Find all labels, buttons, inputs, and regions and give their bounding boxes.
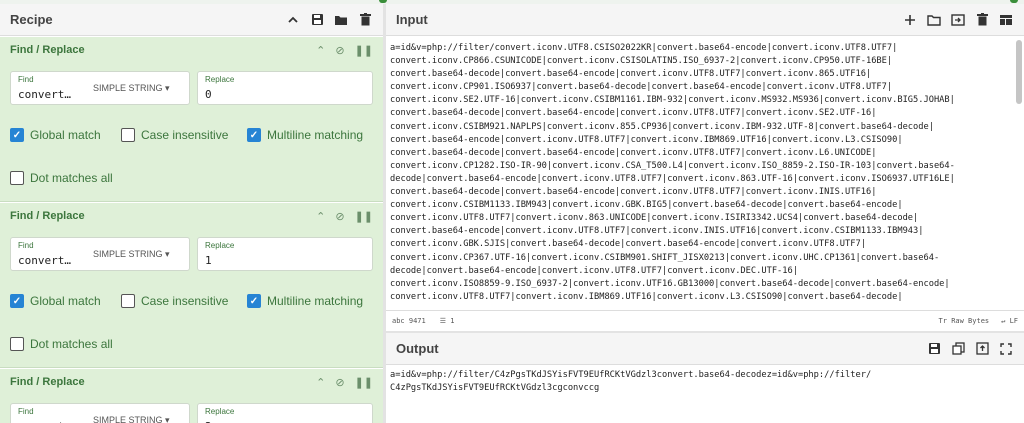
chevron-up-icon[interactable]: [285, 12, 301, 28]
fullscreen-icon[interactable]: [998, 341, 1014, 357]
recipe-title: Recipe: [10, 12, 53, 27]
multiline-checkbox[interactable]: ✓ Multiline matching: [247, 294, 363, 308]
operation-find-replace: Find / Replace ⌃ ⊘ ❚❚ Find convert SIMPL…: [0, 369, 383, 423]
plus-icon[interactable]: [902, 12, 918, 28]
find-mode-select[interactable]: SIMPLE STRING ▾: [93, 415, 170, 423]
find-mode-select[interactable]: SIMPLE STRING ▾: [93, 249, 170, 260]
checkmark-icon: ✓: [10, 294, 24, 308]
replace-label: Replace: [205, 75, 235, 84]
checkmark-icon: ✓: [247, 128, 261, 142]
global-match-checkbox[interactable]: ✓ Global match: [10, 294, 101, 308]
progress-marker: [1010, 0, 1018, 3]
chevron-up-icon[interactable]: ⌃: [316, 44, 325, 57]
case-insensitive-checkbox[interactable]: Case insensitive: [121, 294, 228, 308]
replace-input[interactable]: 1: [205, 254, 212, 267]
replace-label: Replace: [205, 241, 235, 250]
operation-title: Find / Replace: [10, 376, 85, 388]
operation-title: Find / Replace: [10, 44, 85, 56]
recipe-pane: Recipe Find / Replace ⌃ ⊘ ❚❚ Find conver…: [0, 4, 383, 423]
operation-find-replace: Find / Replace ⌃ ⊘ ❚❚ Find convert… SIMP…: [0, 37, 383, 202]
input-pane: Input a=id&v=php://filter/convert.iconv.…: [386, 4, 1024, 330]
input-header: Input: [386, 4, 1024, 36]
disable-icon[interactable]: ⊘: [335, 376, 344, 389]
pause-icon[interactable]: ❚❚: [355, 376, 373, 389]
find-field[interactable]: Find convert SIMPLE STRING ▾: [10, 403, 190, 423]
char-count-icon: abc: [392, 316, 409, 325]
find-label: Find: [18, 241, 34, 250]
save-icon[interactable]: [926, 341, 942, 357]
save-icon[interactable]: [309, 12, 325, 28]
replace-field[interactable]: Replace 1: [197, 237, 373, 271]
global-match-checkbox[interactable]: ✓ Global match: [10, 128, 101, 142]
replace-input-icon[interactable]: [974, 341, 990, 357]
layout-icon[interactable]: [998, 12, 1014, 28]
encoding-selector[interactable]: Tr Raw Bytes: [939, 317, 990, 325]
operation-find-replace: Find / Replace ⌃ ⊘ ❚❚ Find convert… SIMP…: [0, 203, 383, 368]
chevron-up-icon[interactable]: ⌃: [316, 376, 325, 389]
output-text[interactable]: a=id&v=php://filter/C4zPgsTKdJSYisFVT9EU…: [390, 369, 1010, 395]
open-file-icon[interactable]: [950, 12, 966, 28]
output-pane: Output a=id&v=php://filter/C4zPgsTKdJSYi…: [386, 331, 1024, 423]
copy-icon[interactable]: [950, 341, 966, 357]
input-textarea[interactable]: a=id&v=php://filter/convert.iconv.UTF8.C…: [390, 42, 1010, 312]
replace-field[interactable]: Replace 0: [197, 71, 373, 105]
lines-icon: ☰: [439, 316, 451, 325]
find-label: Find: [18, 75, 34, 84]
open-folder-icon[interactable]: [926, 12, 942, 28]
disable-icon[interactable]: ⊘: [335, 44, 344, 57]
input-title: Input: [396, 12, 428, 27]
progress-marker: [379, 0, 387, 3]
recipe-header: Recipe: [0, 4, 383, 36]
output-title: Output: [396, 341, 439, 356]
find-label: Find: [18, 407, 34, 416]
multiline-checkbox[interactable]: ✓ Multiline matching: [247, 128, 363, 142]
pause-icon[interactable]: ❚❚: [355, 44, 373, 57]
find-mode-select[interactable]: SIMPLE STRING ▾: [93, 83, 170, 94]
chevron-up-icon[interactable]: ⌃: [316, 210, 325, 223]
line-count: 1: [450, 316, 455, 325]
find-input[interactable]: convert…: [18, 254, 71, 267]
replace-input[interactable]: 0: [205, 88, 212, 101]
dot-matches-all-checkbox[interactable]: Dot matches all: [10, 171, 113, 185]
dot-matches-all-checkbox[interactable]: Dot matches all: [10, 337, 113, 351]
input-status-bar: abc 9471 ☰ 1 Tr Raw Bytes ↵ LF: [386, 310, 1024, 330]
case-insensitive-checkbox[interactable]: Case insensitive: [121, 128, 228, 142]
find-field[interactable]: Find convert… SIMPLE STRING ▾: [10, 237, 190, 271]
trash-icon[interactable]: [357, 12, 373, 28]
operation-title: Find / Replace: [10, 210, 85, 222]
input-scrollbar[interactable]: [1016, 40, 1022, 104]
pause-icon[interactable]: ❚❚: [355, 210, 373, 223]
find-input[interactable]: convert…: [18, 88, 71, 101]
checkmark-icon: ✓: [10, 128, 24, 142]
disable-icon[interactable]: ⊘: [335, 210, 344, 223]
folder-icon[interactable]: [333, 12, 349, 28]
replace-field[interactable]: Replace 2: [197, 403, 373, 423]
trash-icon[interactable]: [974, 12, 990, 28]
checkmark-icon: ✓: [247, 294, 261, 308]
output-header: Output: [386, 333, 1024, 365]
eol-selector[interactable]: ↵ LF: [1001, 317, 1018, 325]
find-field[interactable]: Find convert… SIMPLE STRING ▾: [10, 71, 190, 105]
char-count: 9471: [408, 316, 426, 325]
replace-label: Replace: [205, 407, 235, 416]
